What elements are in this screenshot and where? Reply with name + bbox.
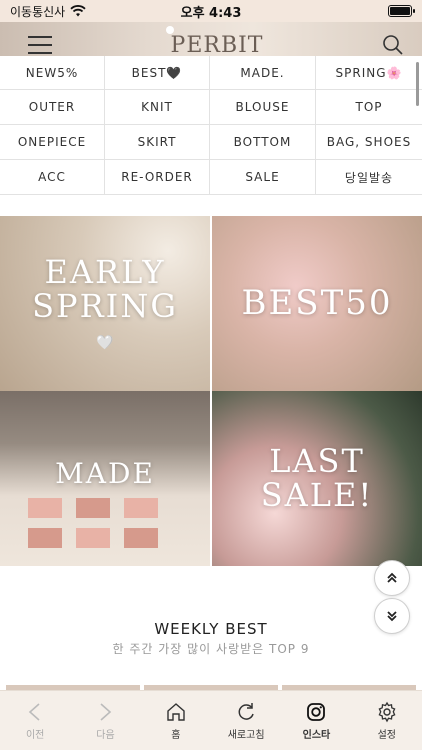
nav-back-label: 이전: [25, 729, 45, 741]
category-bag-shoes[interactable]: BAG, SHOES: [316, 125, 422, 160]
brand-logo[interactable]: PERBIT: [171, 33, 264, 58]
banner-best50[interactable]: BEST50: [212, 216, 422, 391]
carrier-label: 이동통신사: [10, 4, 66, 19]
instagram-icon: [307, 702, 326, 721]
category-acc[interactable]: ACC: [0, 160, 105, 195]
category-sale[interactable]: SALE: [210, 160, 316, 195]
category-reorder[interactable]: RE-ORDER: [105, 160, 210, 195]
category-made[interactable]: MADE.: [210, 56, 316, 90]
banner-made[interactable]: MADE: [0, 391, 210, 566]
scroll-top-button[interactable]: [374, 560, 410, 596]
nav-refresh[interactable]: 새로고침: [211, 701, 281, 741]
category-onepiece[interactable]: ONEPIECE: [0, 125, 105, 160]
refresh-icon: [238, 702, 254, 720]
fabric-swatches: [28, 498, 158, 548]
category-knit[interactable]: KNIT: [105, 90, 210, 125]
search-icon[interactable]: [382, 34, 404, 56]
nav-home[interactable]: 홈: [141, 701, 211, 741]
banner-early-spring[interactable]: EARLY SPRING 🤍: [0, 216, 210, 391]
header-dot: [166, 26, 174, 34]
category-blouse[interactable]: BLOUSE: [210, 90, 316, 125]
battery-icon: [388, 5, 415, 17]
back-arrow-icon: [28, 702, 40, 721]
category-new[interactable]: NEW5%: [0, 56, 105, 90]
category-top[interactable]: TOP: [316, 90, 422, 125]
nav-instagram-label: 인스타: [302, 729, 331, 741]
banner-early-spring-line1: EARLY: [44, 252, 166, 291]
hamburger-menu-icon[interactable]: [28, 36, 52, 54]
banner-grid: EARLY SPRING 🤍 BEST50 MADE LAST SALE!: [0, 216, 422, 566]
banner-last-sale-line2: SALE!: [260, 475, 374, 514]
heart-icon: 🤍: [96, 335, 114, 352]
nav-home-label: 홈: [171, 729, 181, 741]
category-skirt[interactable]: SKIRT: [105, 125, 210, 160]
weekly-best-title: WEEKLY BEST: [154, 620, 268, 638]
bottom-nav: 이전 다음 홈 새로고침 인스타 설정: [0, 690, 422, 750]
nav-forward[interactable]: 다음: [70, 701, 140, 741]
banner-last-sale[interactable]: LAST SALE!: [212, 391, 422, 566]
home-icon: [167, 702, 185, 721]
category-outer[interactable]: OUTER: [0, 90, 105, 125]
nav-settings[interactable]: 설정: [352, 701, 422, 741]
category-best[interactable]: BEST🖤: [105, 56, 210, 90]
status-left: 이동통신사: [10, 3, 86, 20]
weekly-best-subtitle: 한 주간 가장 많이 사랑받은 TOP 9: [112, 642, 310, 656]
double-chevron-up-icon: [387, 572, 397, 583]
scroll-indicator[interactable]: [416, 62, 419, 106]
category-bottom[interactable]: BOTTOM: [210, 125, 316, 160]
wifi-icon: [70, 5, 86, 17]
gear-icon: [378, 701, 396, 722]
nav-back[interactable]: 이전: [0, 701, 70, 741]
banner-early-spring-line2: SPRING: [32, 286, 178, 325]
nav-refresh-label: 새로고침: [227, 729, 265, 741]
status-bar: 이동통신사 오후 4:43: [0, 0, 422, 22]
nav-forward-label: 다음: [96, 729, 115, 741]
category-spring[interactable]: SPRING🌸: [316, 56, 422, 90]
nav-instagram[interactable]: 인스타: [281, 701, 351, 741]
category-grid: NEW5% BEST🖤 MADE. SPRING🌸 OUTER KNIT BLO…: [0, 56, 422, 195]
banner-best50-title: BEST50: [241, 282, 393, 323]
category-same-day[interactable]: 당일발송: [316, 160, 422, 195]
nav-settings-label: 설정: [377, 729, 396, 741]
banner-made-title: MADE: [55, 456, 155, 490]
forward-arrow-icon: [100, 702, 112, 721]
banner-last-sale-line1: LAST: [269, 441, 365, 480]
